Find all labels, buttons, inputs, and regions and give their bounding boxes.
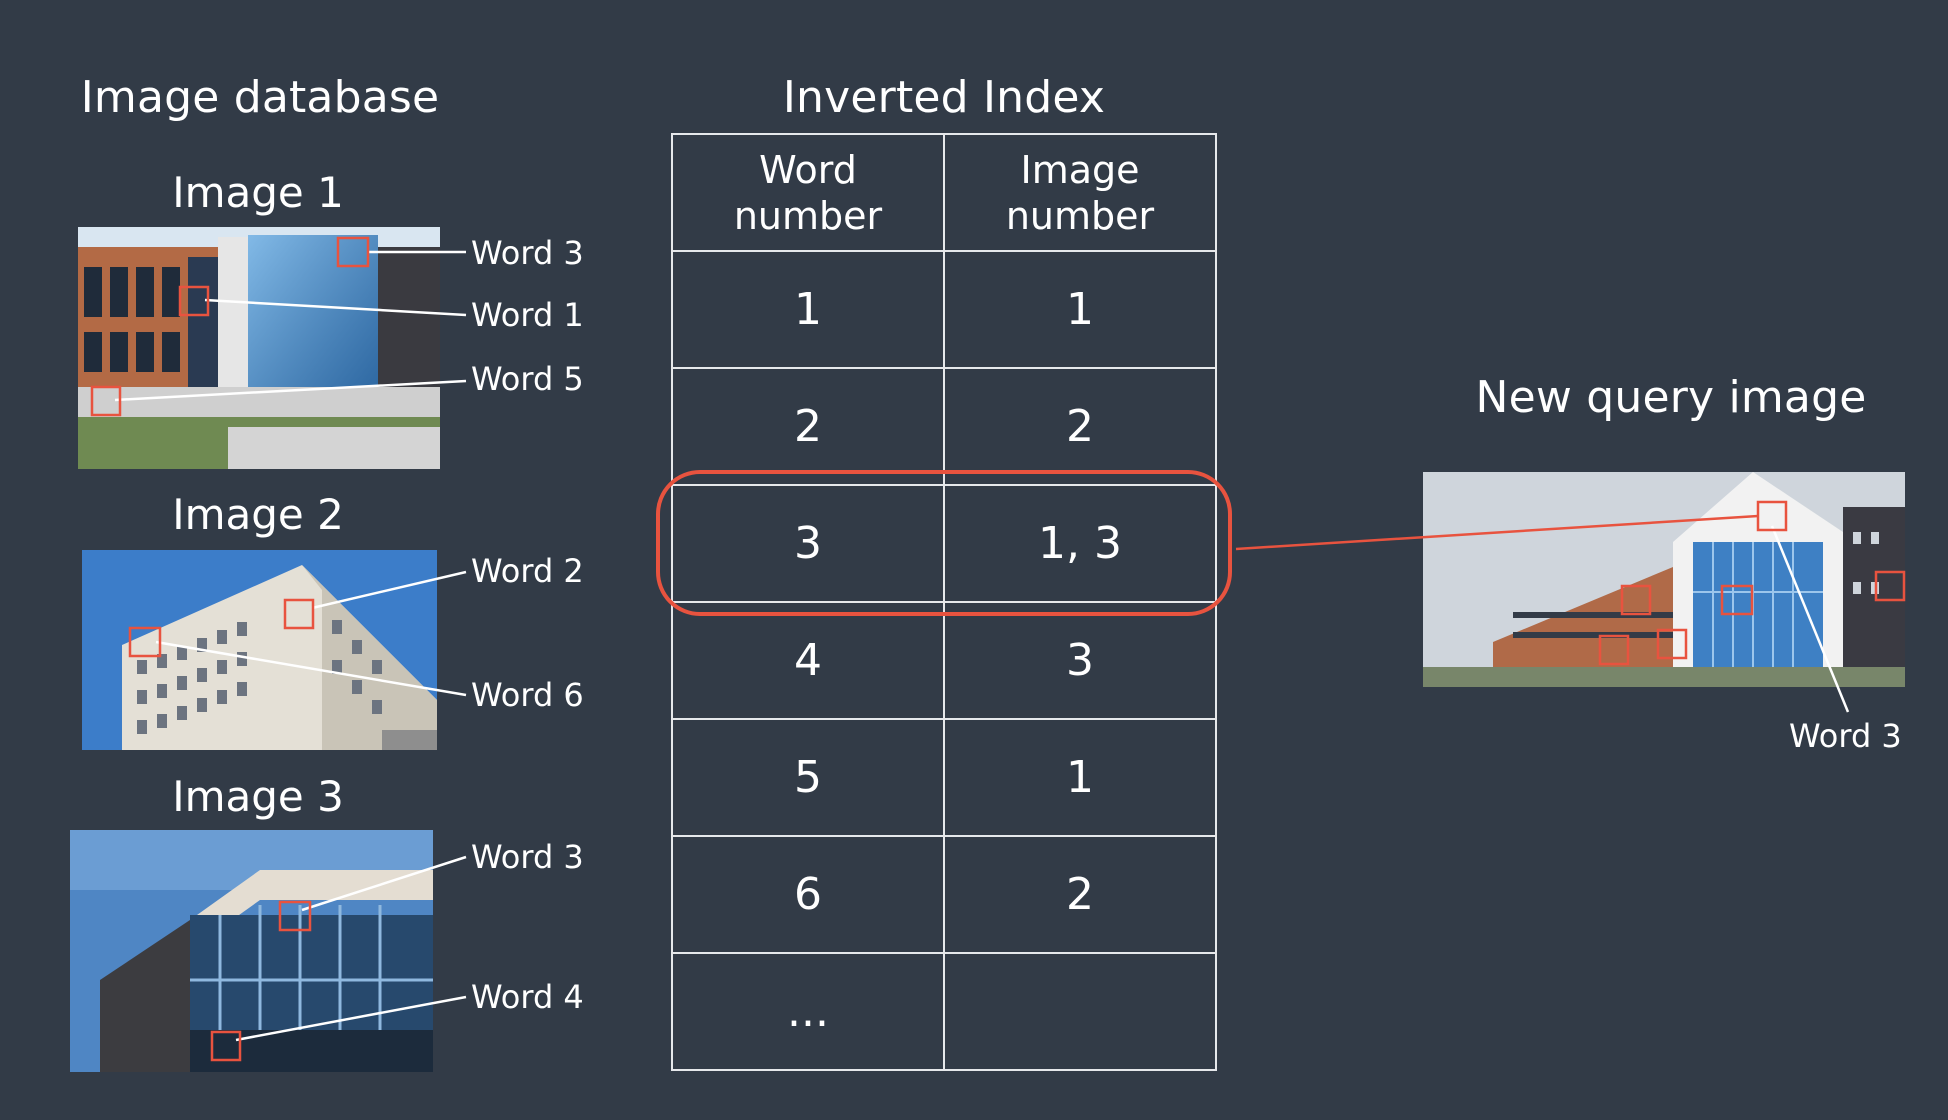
query-word-3-label: Word 3: [1789, 717, 1902, 755]
image-3-word-4-label: Word 4: [471, 978, 584, 1016]
image-3-word-3-label: Word 3: [471, 838, 584, 876]
image-2-word-6-label: Word 6: [471, 676, 584, 714]
image-1-word-5-label: Word 5: [471, 360, 584, 398]
image-1-word-3-label: Word 3: [471, 234, 584, 272]
image-2-word-2-label: Word 2: [471, 552, 584, 590]
image-1-word-1-label: Word 1: [471, 296, 584, 334]
connector-overlay: [90, 236, 1906, 1062]
